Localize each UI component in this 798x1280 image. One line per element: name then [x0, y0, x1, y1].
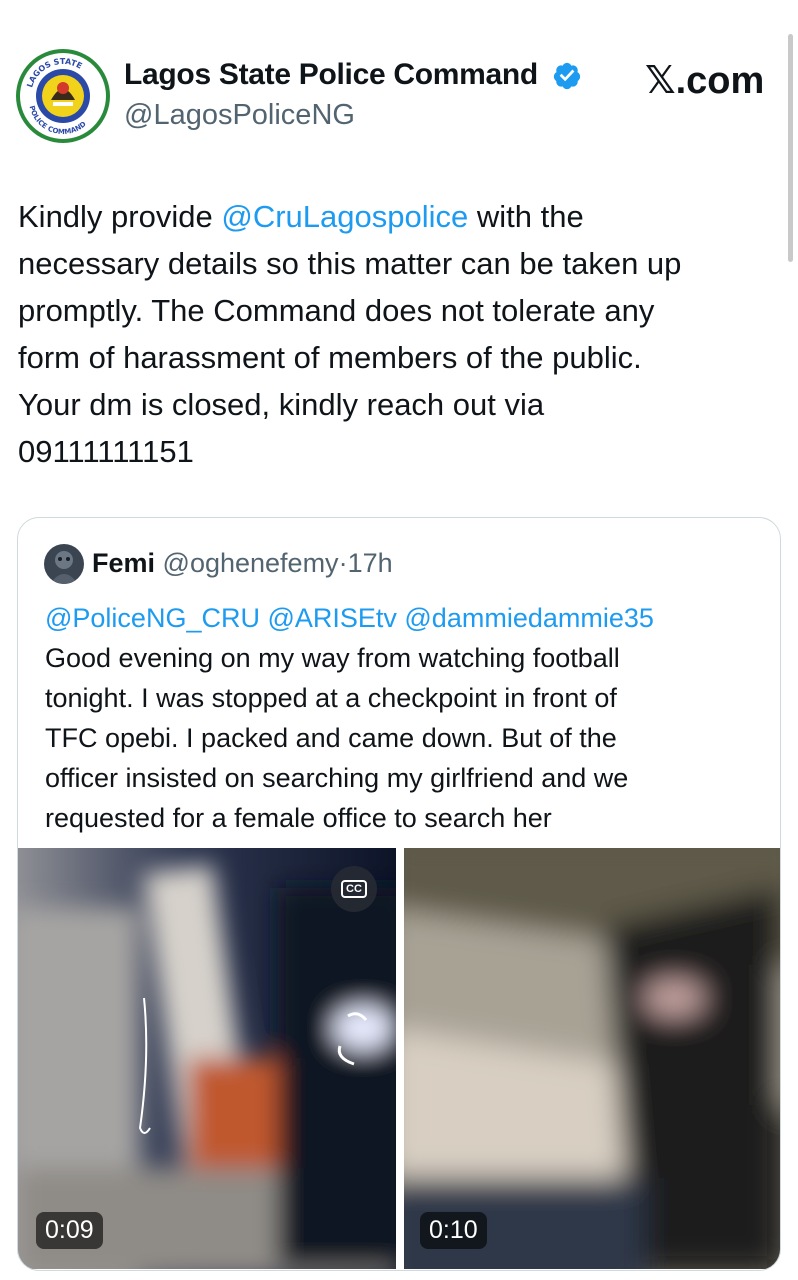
quoted-text-line: officer insisted on searching my girlfri…: [45, 763, 629, 793]
quoted-text-line: requested for a female office to search …: [45, 803, 552, 833]
video-thumbnail[interactable]: CC 0:09: [18, 848, 396, 1269]
video-frame-image: [18, 848, 396, 1269]
tweet-text-line: 09111111151: [18, 434, 194, 469]
quoted-text-line: Good evening on my way from watching foo…: [45, 643, 620, 673]
quoted-mentions[interactable]: @PoliceNG_CRU @ARISEtv @dammiedammie35: [45, 598, 765, 638]
author-handle[interactable]: @LagosPoliceNG: [124, 99, 355, 132]
author-name[interactable]: Lagos State Police Command: [124, 58, 538, 92]
video-thumbnail[interactable]: 0:10: [404, 848, 780, 1269]
quoted-text-line: tonight. I was stopped at a checkpoint i…: [45, 683, 617, 713]
tweet-text-segment: Kindly provide: [18, 199, 222, 234]
tweet-text-segment: with the: [468, 199, 584, 234]
police-command-logo: LAGOS STATE POLICE COMMAND: [16, 49, 110, 143]
quoted-avatar[interactable]: [44, 544, 84, 584]
tweet-text-line: form of harassment of members of the pub…: [18, 340, 642, 375]
quoted-author-handle[interactable]: @oghenefemy: [163, 548, 339, 578]
tweet-text-line: necessary details so this matter can be …: [18, 246, 682, 281]
quoted-timestamp[interactable]: 17h: [348, 548, 393, 578]
tweet-text-line: promptly. The Command does not tolerate …: [18, 293, 655, 328]
cc-icon: CC: [341, 880, 367, 898]
scrollbar[interactable]: [788, 34, 793, 262]
mention-link[interactable]: @CruLagospolice: [221, 199, 468, 234]
captions-button[interactable]: CC: [331, 866, 377, 912]
video-duration: 0:09: [36, 1212, 103, 1249]
tweet-text-line: Your dm is closed, kindly reach out via: [18, 387, 545, 422]
separator-dot: ·: [338, 548, 348, 578]
avatar[interactable]: LAGOS STATE POLICE COMMAND: [15, 48, 111, 144]
x-brand-logo: 𝕏.com: [645, 60, 765, 102]
quoted-tweet-card[interactable]: Femi @oghenefemy·17h @PoliceNG_CRU @ARIS…: [17, 517, 781, 1271]
quoted-text: @PoliceNG_CRU @ARISEtv @dammiedammie35 G…: [45, 598, 765, 838]
video-duration: 0:10: [420, 1212, 487, 1249]
quoted-text-line: TFC opebi. I packed and came down. But o…: [45, 723, 617, 753]
video-frame-image: [404, 848, 780, 1269]
verified-badge-icon: [553, 62, 581, 90]
quoted-header: Femi @oghenefemy·17h: [92, 548, 393, 579]
tweet-text: Kindly provide @CruLagospolice with the …: [18, 193, 788, 475]
quoted-author-name[interactable]: Femi: [92, 548, 155, 578]
